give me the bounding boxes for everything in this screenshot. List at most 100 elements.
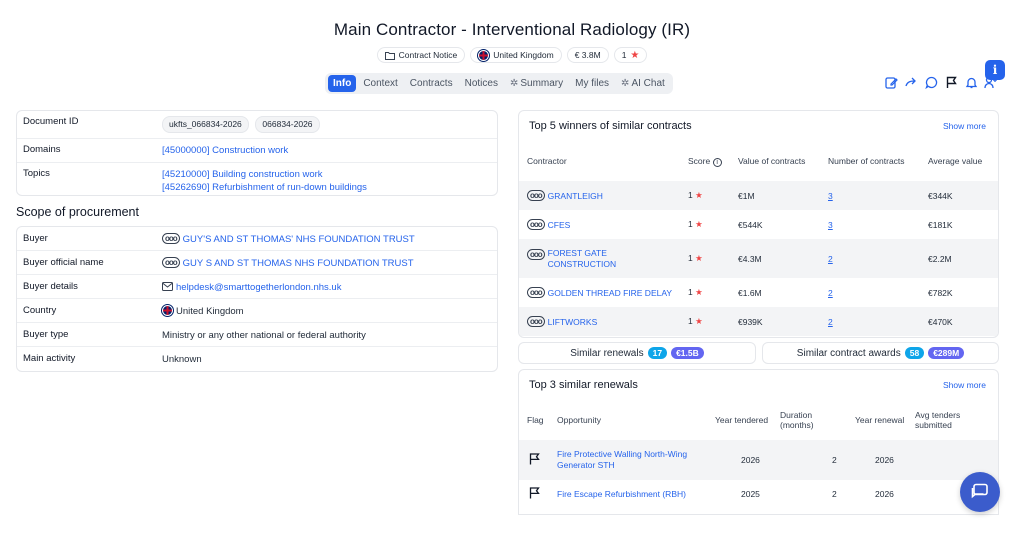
opportunity-link[interactable]: Fire Escape Refurbishment (RBH) bbox=[557, 489, 686, 499]
table-row: ooo LIFTWORKS 1 ★ €939K 2 €470K bbox=[519, 307, 998, 336]
winners-table: Contractor Score i Value of contracts Nu… bbox=[519, 141, 998, 336]
renewals-table: Flag Opportunity Year tendered Duration … bbox=[519, 400, 998, 508]
opportunity-link[interactable]: Fire Protective Walling North-Wing Gener… bbox=[557, 449, 687, 470]
tab-ai-chat[interactable]: ✲ AI Chat bbox=[616, 75, 670, 92]
edit-icon[interactable] bbox=[884, 75, 898, 89]
flag-icon[interactable] bbox=[529, 453, 540, 465]
number-link[interactable]: 2 bbox=[828, 288, 833, 298]
document-id-label: Document ID bbox=[23, 116, 79, 127]
comment-icon[interactable] bbox=[924, 75, 938, 89]
contractor-link[interactable]: CFES bbox=[548, 220, 571, 230]
value-cell: €4.3M bbox=[738, 253, 762, 264]
flag-icon[interactable] bbox=[529, 487, 540, 499]
contractor-link[interactable]: GRANTLEIGH bbox=[548, 191, 603, 201]
topic-link[interactable]: [45262690] Refurbishment of run-down bui… bbox=[162, 181, 497, 194]
contractor-link[interactable]: FOREST GATE CONSTRUCTION bbox=[548, 248, 638, 270]
number-link[interactable]: 3 bbox=[828, 191, 833, 201]
scope-key: Main activity bbox=[23, 353, 76, 364]
value-cell: €939K bbox=[738, 316, 763, 327]
average-cell: €344K bbox=[928, 190, 953, 201]
duration-cell: 2 bbox=[832, 455, 837, 465]
scope-key: Buyer bbox=[23, 233, 48, 244]
similar-renewals-count: 17 bbox=[647, 347, 668, 359]
renewals-card: Top 3 similar renewals Show more Flag Op… bbox=[518, 369, 999, 515]
col-year-tendered: Year tendered bbox=[715, 415, 769, 425]
scope-key: Buyer type bbox=[23, 329, 69, 340]
value-cell: €1.6M bbox=[738, 287, 762, 298]
document-id-value: ukfts_066834-2026 066834-2026 bbox=[162, 116, 497, 133]
info-circle-icon[interactable]: i bbox=[712, 157, 722, 167]
renewals-show-more-link[interactable]: Show more bbox=[943, 380, 986, 390]
col-duration: Duration (months) bbox=[780, 410, 814, 430]
number-link[interactable]: 2 bbox=[828, 317, 833, 327]
sparkle-icon: ✲ bbox=[621, 78, 630, 89]
domains-label: Domains bbox=[23, 144, 61, 155]
col-contractor: Contractor bbox=[527, 156, 567, 166]
value-label: € 3.8M bbox=[574, 50, 601, 60]
similar-renewals-button[interactable]: Similar renewals 17 €1.5B bbox=[518, 342, 756, 364]
chat-button[interactable] bbox=[960, 472, 1000, 512]
tab-summary[interactable]: ✲ Summary bbox=[505, 75, 568, 92]
similar-awards-value: €289M bbox=[928, 347, 965, 359]
action-toolbar bbox=[884, 75, 998, 89]
tab-notices[interactable]: Notices bbox=[460, 75, 503, 92]
buyer-type-value: Ministry or any other national or federa… bbox=[162, 330, 366, 341]
topics-label: Topics bbox=[23, 168, 50, 179]
scope-card: Buyer ooo GUY'S AND ST THOMAS' NHS FOUNDA… bbox=[16, 226, 498, 372]
number-link[interactable]: 2 bbox=[828, 254, 833, 264]
tab-context[interactable]: Context bbox=[358, 75, 402, 92]
scope-row-buyer: Buyer ooo GUY'S AND ST THOMAS' NHS FOUNDA… bbox=[17, 227, 497, 251]
scope-key: Country bbox=[23, 305, 57, 316]
domain-link[interactable]: [45000000] Construction work bbox=[162, 145, 288, 156]
value-cell: €1M bbox=[738, 190, 755, 201]
buyer-official-name-link[interactable]: GUY S AND ST THOMAS NHS FOUNDATION TRUST bbox=[183, 258, 414, 269]
document-id-tag: 066834-2026 bbox=[255, 116, 320, 133]
scope-row-country: Country United Kingdom bbox=[17, 299, 497, 323]
country-label: United Kingdom bbox=[493, 50, 554, 60]
table-row: ooo CFES 1 ★ €544K 3 €181K bbox=[519, 210, 998, 239]
info-button[interactable]: i bbox=[985, 60, 1005, 80]
similar-awards-count: 58 bbox=[904, 347, 925, 359]
winners-show-more-link[interactable]: Show more bbox=[943, 121, 986, 131]
contractor-link[interactable]: LIFTWORKS bbox=[548, 317, 598, 327]
score-value: 1 bbox=[688, 253, 693, 263]
similar-awards-button[interactable]: Similar contract awards 58 €289M bbox=[762, 342, 999, 364]
value-badge: € 3.8M bbox=[566, 47, 609, 63]
col-score-label: Score bbox=[688, 155, 711, 166]
winners-card: Top 5 winners of similar contracts Show … bbox=[518, 110, 999, 338]
main-activity-value: Unknown bbox=[162, 354, 202, 365]
mail-icon bbox=[162, 282, 173, 291]
organization-icon: ooo bbox=[527, 316, 545, 327]
col-avg-tenders: Avg tenders submitted bbox=[915, 410, 961, 430]
star-icon: ★ bbox=[695, 316, 703, 326]
organization-icon: ooo bbox=[527, 287, 545, 298]
tab-contracts[interactable]: Contracts bbox=[405, 75, 458, 92]
flag-icon[interactable] bbox=[944, 75, 958, 89]
notice-type-label: Contract Notice bbox=[398, 50, 458, 60]
winners-header: Top 5 winners of similar contracts Show … bbox=[519, 111, 998, 141]
table-row: ooo GOLDEN THREAD FIRE DELAY 1 ★ €1.6M 2 … bbox=[519, 278, 998, 307]
col-year-renewal: Year renewal bbox=[855, 415, 905, 425]
similar-renewals-value: €1.5B bbox=[671, 347, 704, 359]
contractor-link[interactable]: GOLDEN THREAD FIRE DELAY bbox=[548, 288, 672, 298]
col-average: Average value bbox=[928, 156, 983, 166]
tab-my-files[interactable]: My files bbox=[570, 75, 614, 92]
similar-awards-label: Similar contract awards bbox=[796, 347, 901, 359]
number-link[interactable]: 3 bbox=[828, 220, 833, 230]
share-icon[interactable] bbox=[904, 75, 918, 89]
sparkle-icon: ✲ bbox=[509, 78, 519, 89]
tab-ai-chat-label: AI Chat bbox=[631, 78, 665, 89]
document-info-card: Document ID ukfts_066834-2026 066834-202… bbox=[16, 110, 498, 196]
chat-icon bbox=[971, 483, 988, 499]
scope-section-title: Scope of procurement bbox=[16, 205, 139, 219]
tab-info[interactable]: Info bbox=[328, 75, 357, 92]
buyer-link[interactable]: GUY'S AND ST THOMAS' NHS FOUNDATION TRUS… bbox=[183, 234, 415, 245]
buyer-email-link[interactable]: helpdesk@smarttogetherlondon.nhs.uk bbox=[176, 282, 341, 293]
winners-title: Top 5 winners of similar contracts bbox=[529, 120, 692, 132]
bell-icon[interactable] bbox=[964, 75, 978, 89]
tab-bar: Info Context Contracts Notices ✲ Summary … bbox=[325, 73, 673, 94]
score-badge: 1 ★ bbox=[613, 47, 648, 63]
score-value: 1 bbox=[688, 287, 693, 297]
star-icon: ★ bbox=[695, 219, 703, 229]
topic-link[interactable]: [45210000] Building construction work bbox=[162, 168, 497, 181]
